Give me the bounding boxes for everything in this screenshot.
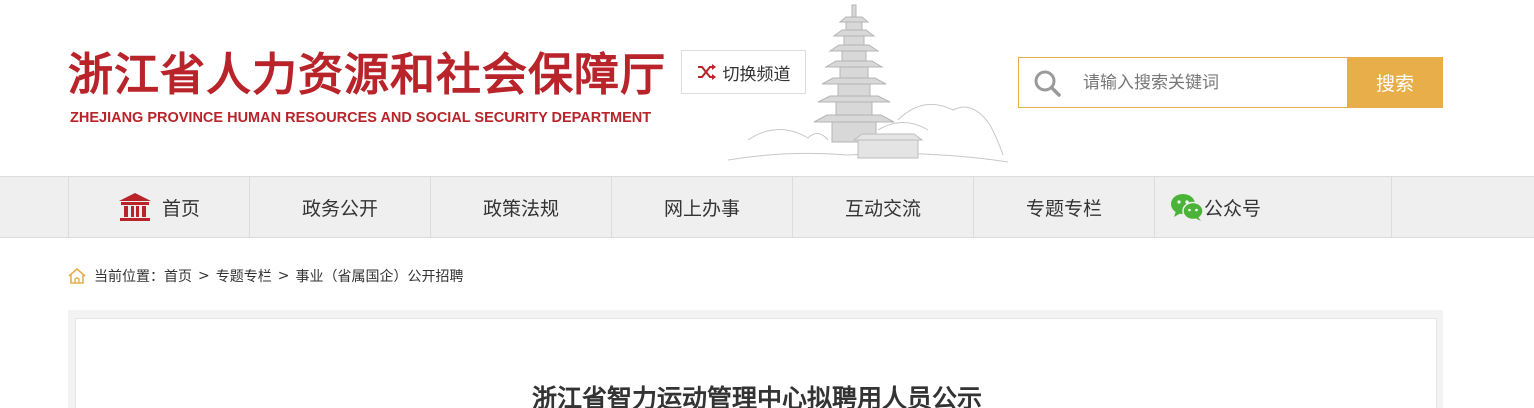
site-header: 浙江省人力资源和社会保障厅 ZHEJIANG PROVINCE HUMAN RE… — [0, 0, 1534, 176]
search-input[interactable] — [1083, 72, 1333, 93]
search-button[interactable]: 搜索 — [1347, 57, 1443, 108]
shuffle-icon — [697, 64, 716, 80]
location-home-icon — [68, 268, 86, 284]
nav-label-policies: 政策法规 — [482, 197, 559, 220]
nav-label-home: 首页 — [161, 197, 200, 220]
nav-item-policies[interactable]: 政策法规 — [431, 177, 612, 237]
breadcrumb-separator: > — [277, 268, 290, 284]
breadcrumb-link-home[interactable]: 首页 — [164, 266, 192, 286]
breadcrumb-link-special-topics[interactable]: 专题专栏 — [216, 266, 272, 286]
search-icon — [1034, 70, 1061, 97]
article-title: 浙江省智力运动管理中心拟聘用人员公示 — [531, 384, 982, 408]
breadcrumb-prefix: 当前位置： — [94, 269, 164, 285]
nav-item-special-topics[interactable]: 专题专栏 — [974, 177, 1155, 237]
nav-item-interaction[interactable]: 互动交流 — [793, 177, 974, 237]
nav-item-online-services[interactable]: 网上办事 — [612, 177, 793, 237]
breadcrumb: 当前位置： 首页 > 专题专栏 > 事业（省属国企）公开招聘 — [68, 266, 463, 286]
nav-label-interaction: 互动交流 — [844, 197, 921, 220]
nav-label-special-topics: 专题专栏 — [1025, 197, 1102, 220]
breadcrumb-link-recruitment[interactable]: 事业（省属国企）公开招聘 — [295, 266, 463, 286]
nav-label-official-account: 公众号 — [1204, 197, 1262, 220]
main-nav: 首页 政务公开 政策法规 网上办事 互动交流 专题专栏 公众号 — [0, 176, 1534, 238]
nav-label-government-affairs: 政务公开 — [301, 197, 378, 220]
home-icon — [118, 193, 151, 221]
pagoda-illustration — [728, 4, 1008, 163]
nav-item-government-affairs[interactable]: 政务公开 — [250, 177, 431, 237]
content-area: 浙江省智力运动管理中心拟聘用人员公示 — [68, 310, 1443, 408]
article-panel: 浙江省智力运动管理中心拟聘用人员公示 — [75, 318, 1437, 408]
nav-label-online-services: 网上办事 — [663, 197, 740, 220]
wechat-icon — [1171, 194, 1204, 221]
nav-item-official-account[interactable]: 公众号 — [1155, 177, 1392, 237]
breadcrumb-separator: > — [198, 268, 210, 284]
search-box — [1018, 57, 1348, 108]
search-bar: 搜索 — [1018, 57, 1443, 108]
site-logo-subtitle: ZHEJIANG PROVINCE HUMAN RESOURCES AND SO… — [70, 110, 652, 126]
site-logo-title[interactable]: 浙江省人力资源和社会保障厅 — [68, 38, 666, 103]
nav-item-home[interactable]: 首页 — [69, 177, 250, 237]
